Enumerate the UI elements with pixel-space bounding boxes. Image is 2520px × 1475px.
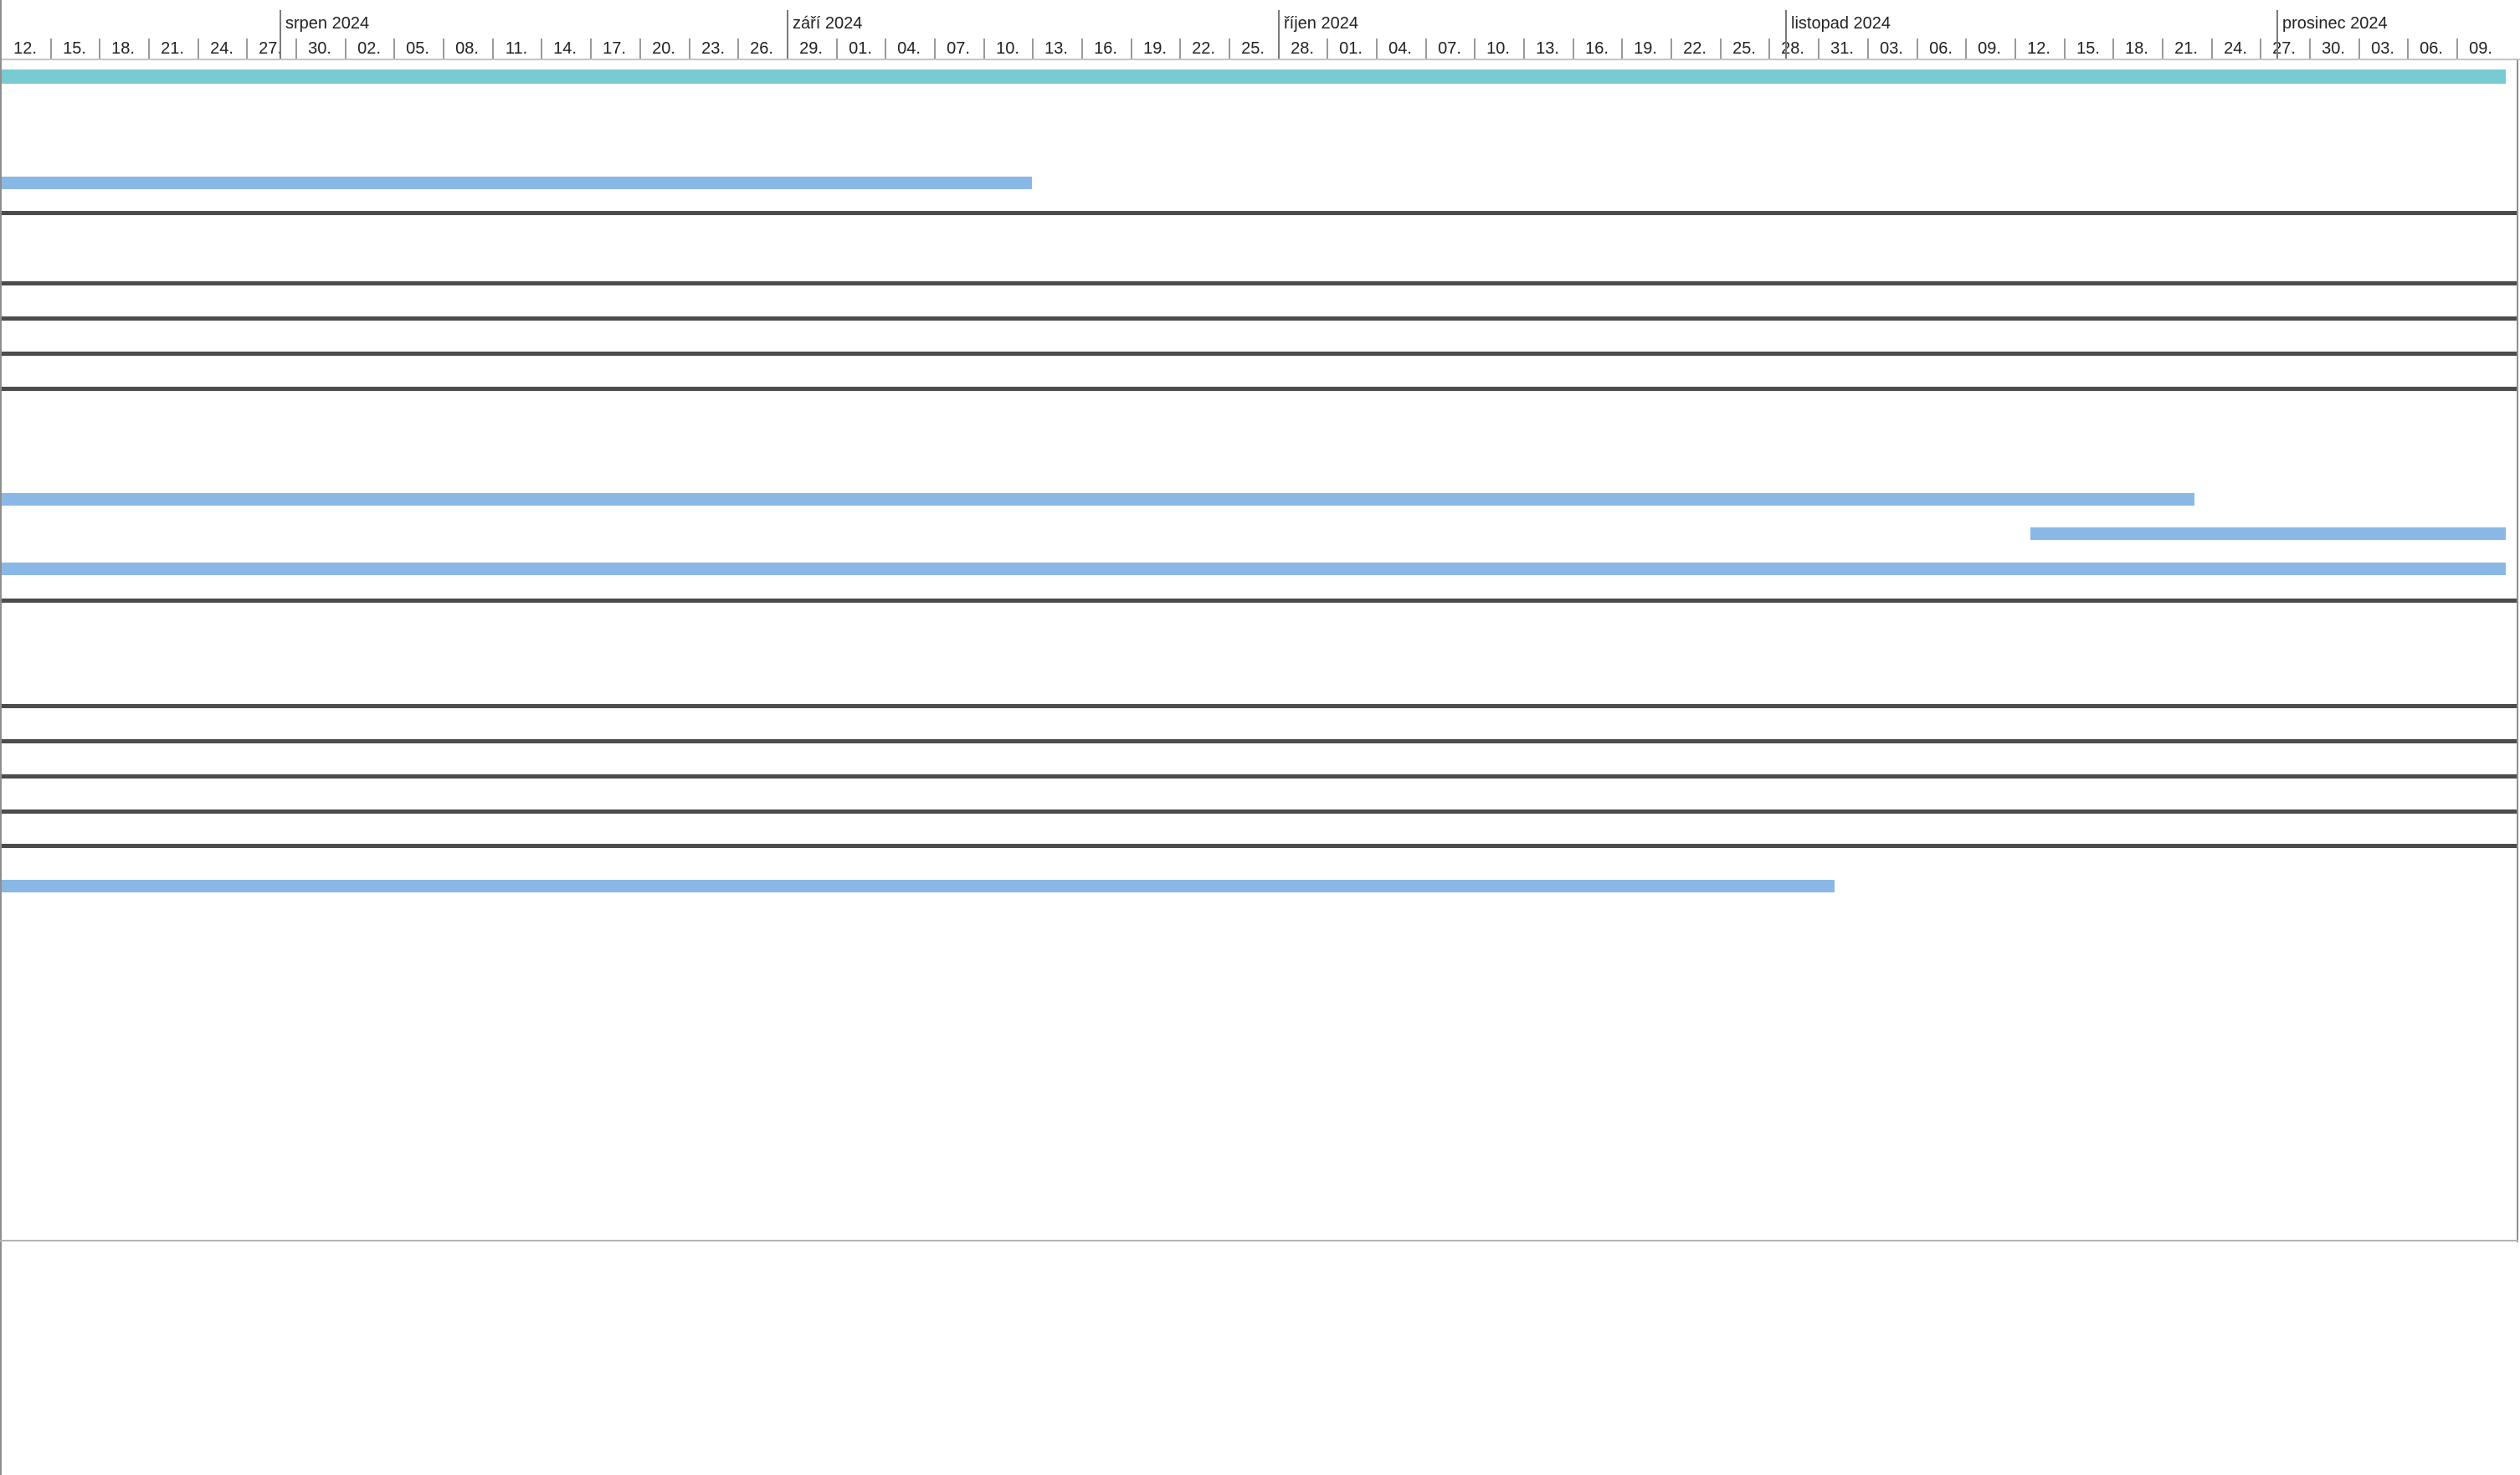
- month-label: srpen 2024: [285, 14, 370, 33]
- day-label: 01.: [849, 39, 872, 58]
- group-row-line: [0, 352, 2518, 356]
- day-label: 05.: [406, 39, 429, 58]
- task-bar[interactable]: [1, 563, 2506, 575]
- day-label: 22.: [1683, 39, 1707, 58]
- day-label: 24.: [2224, 39, 2247, 58]
- day-label: 10.: [1486, 39, 1510, 58]
- day-label: 30.: [2322, 39, 2345, 58]
- day-label: 10.: [996, 39, 1019, 58]
- day-label: 30.: [308, 39, 331, 58]
- month-label: září 2024: [793, 14, 863, 33]
- day-label: 03.: [2371, 39, 2394, 58]
- gantt-chart: 12. 15. 18. 21. 24. 27. 30. 02. 05. 08. 11. 14. 17. 2…: [0, 0, 2520, 1475]
- month-label: prosinec 2024: [2282, 14, 2388, 33]
- group-row-line: [0, 387, 2518, 391]
- day-label: 02.: [357, 39, 381, 58]
- chart-right-border: [2517, 60, 2518, 1242]
- gantt-body: [0, 60, 2520, 1475]
- day-label: 28.: [1291, 39, 1314, 58]
- day-label: 25.: [1241, 39, 1265, 58]
- day-label: 12.: [2027, 39, 2050, 58]
- day-label: 09.: [1978, 39, 2001, 58]
- day-label: 20.: [652, 39, 675, 58]
- day-label: 15.: [63, 39, 86, 58]
- group-row-line: [0, 809, 2518, 814]
- day-label: 28.: [1781, 39, 1804, 58]
- day-label: 31.: [1830, 39, 1854, 58]
- day-label: 26.: [750, 39, 773, 58]
- day-label: 09.: [2469, 39, 2492, 58]
- day-label: 01.: [1339, 39, 1363, 58]
- group-row-line: [0, 704, 2518, 708]
- group-row-line: [0, 774, 2518, 779]
- chart-left-border: [0, 0, 2, 1475]
- day-label: 19.: [1143, 39, 1167, 58]
- task-bar[interactable]: [1, 177, 1032, 189]
- group-row-line: [0, 739, 2518, 743]
- day-label: 29.: [799, 39, 823, 58]
- day-label: 07.: [947, 39, 970, 58]
- timeline-header: 12. 15. 18. 21. 24. 27. 30. 02. 05. 08. 11. 14. 17. 2…: [0, 0, 2520, 60]
- day-label: 17.: [603, 39, 626, 58]
- day-label: 24.: [210, 39, 234, 58]
- group-row-line: [0, 844, 2518, 848]
- day-label: 16.: [1585, 39, 1609, 58]
- month-tick: [1785, 10, 1787, 59]
- day-label: 15.: [2076, 39, 2100, 58]
- month-tick: [787, 10, 788, 59]
- group-row-line: [0, 281, 2518, 285]
- day-label: 18.: [2125, 39, 2148, 58]
- day-label: 08.: [455, 39, 479, 58]
- day-label: 03.: [1880, 39, 1903, 58]
- day-label: 22.: [1192, 39, 1215, 58]
- task-bar[interactable]: [1, 880, 1835, 892]
- day-label: 11.: [505, 39, 528, 58]
- group-row-line: [0, 211, 2518, 215]
- day-label: 13.: [1536, 39, 1559, 58]
- chart-bottom-border: [0, 1240, 2518, 1241]
- day-label: 07.: [1438, 39, 1461, 58]
- day-label: 27.: [259, 39, 282, 58]
- month-tick: [280, 10, 281, 59]
- group-row-line: [0, 316, 2518, 321]
- day-label: 27.: [2272, 39, 2296, 58]
- day-label: 13.: [1044, 39, 1068, 58]
- day-label: 04.: [1388, 39, 1412, 58]
- day-label: 25.: [1732, 39, 1756, 58]
- summary-bar[interactable]: [1, 69, 2506, 84]
- day-label: 21.: [2174, 39, 2198, 58]
- day-label: 19.: [1634, 39, 1657, 58]
- day-label: 06.: [2420, 39, 2443, 58]
- day-label: 12.: [13, 39, 37, 58]
- task-bar[interactable]: [2030, 527, 2506, 540]
- month-tick: [1278, 10, 1280, 59]
- day-label: 21.: [161, 39, 184, 58]
- month-tick: [2276, 10, 2278, 59]
- day-label: 18.: [111, 39, 135, 58]
- day-label: 04.: [897, 39, 921, 58]
- month-label: říjen 2024: [1284, 14, 1358, 33]
- day-label: 14.: [553, 39, 577, 58]
- day-label: 23.: [701, 39, 725, 58]
- task-bar[interactable]: [1, 493, 2194, 506]
- group-row-line: [0, 599, 2518, 603]
- day-label: 06.: [1929, 39, 1953, 58]
- day-label: 16.: [1094, 39, 1117, 58]
- month-label: listopad 2024: [1791, 14, 1891, 33]
